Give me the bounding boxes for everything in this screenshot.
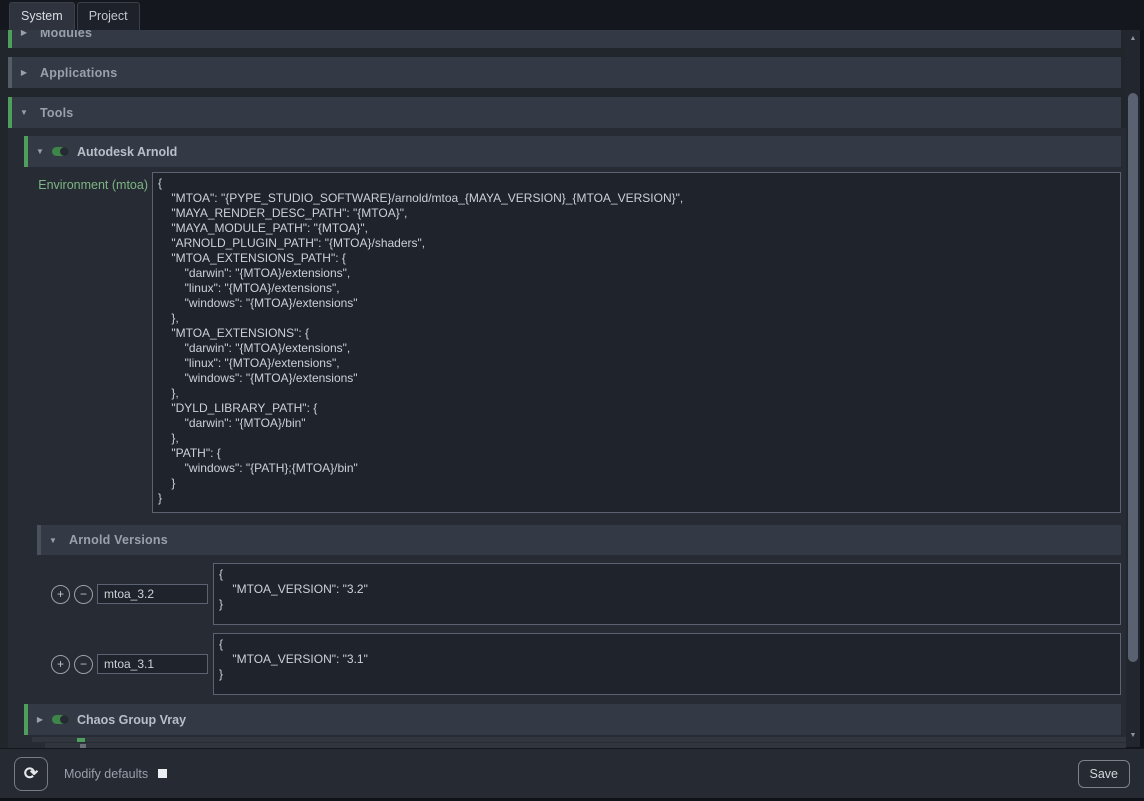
section-header-autodesk-arnold[interactable]: ▼ Autodesk Arnold xyxy=(24,136,1121,167)
chevron-right-icon: ▶ xyxy=(34,715,46,724)
version-row: + − { "MTOA_VERSION": "3.2" } xyxy=(51,563,1121,625)
section-modules: ▶ Modules xyxy=(8,30,1121,48)
toggle-top-edge xyxy=(77,738,85,742)
vray-enabled-toggle[interactable] xyxy=(52,715,69,724)
tools-section-body: ▼ Autodesk Arnold Environment (mtoa) { "… xyxy=(8,128,1126,748)
chevron-down-icon: ▼ xyxy=(34,147,46,156)
tab-system[interactable]: System xyxy=(9,2,75,30)
next-section-clipped xyxy=(32,737,1126,742)
add-version-button[interactable]: + xyxy=(51,585,70,604)
version-row: + − { "MTOA_VERSION": "3.1" } xyxy=(51,633,1121,695)
chevron-down-icon: ▼ xyxy=(47,536,59,545)
version-json-editor[interactable]: { "MTOA_VERSION": "3.1" } xyxy=(213,633,1121,695)
section-applications: ▶ Applications xyxy=(8,57,1121,88)
section-header-tools[interactable]: ▼ Tools xyxy=(8,97,1121,128)
section-title-applications: Applications xyxy=(40,66,117,80)
remove-version-button[interactable]: − xyxy=(74,655,93,674)
environment-row: Environment (mtoa) { "MTOA": "{PYPE_STUD… xyxy=(24,172,1121,513)
toggle-knob xyxy=(60,147,69,156)
scroll-down-arrow-icon[interactable]: ▼ xyxy=(1126,729,1140,743)
scroll-content: ▶ Modules ▶ Applications ▼ Tools ▼ xyxy=(0,30,1126,748)
environment-label: Environment (mtoa) xyxy=(24,172,148,192)
tab-bar: System Project xyxy=(0,0,1144,30)
section-chaos-group-vray: ▶ Chaos Group Vray xyxy=(24,704,1121,735)
remove-version-button[interactable]: − xyxy=(74,585,93,604)
version-name-input[interactable] xyxy=(97,654,208,674)
section-header-arnold-versions[interactable]: ▼ Arnold Versions xyxy=(37,525,1121,555)
scroll-up-arrow-icon[interactable]: ▲ xyxy=(1126,32,1140,46)
environment-json-editor[interactable]: { "MTOA": "{PYPE_STUDIO_SOFTWARE}/arnold… xyxy=(152,172,1121,513)
footer-bar: ⟳ Modify defaults Save xyxy=(0,748,1144,798)
section-title-autodesk-arnold: Autodesk Arnold xyxy=(77,145,177,159)
chevron-right-icon: ▶ xyxy=(18,68,30,77)
section-header-applications[interactable]: ▶ Applications xyxy=(8,57,1121,88)
vertical-scrollbar[interactable]: ▲ ▼ xyxy=(1126,30,1140,747)
tab-project[interactable]: Project xyxy=(77,2,140,30)
refresh-button[interactable]: ⟳ xyxy=(14,757,48,791)
version-name-input[interactable] xyxy=(97,584,208,604)
version-json-editor[interactable]: { "MTOA_VERSION": "3.2" } xyxy=(213,563,1121,625)
refresh-icon: ⟳ xyxy=(24,764,38,784)
section-autodesk-arnold: ▼ Autodesk Arnold Environment (mtoa) { "… xyxy=(24,136,1121,695)
save-button[interactable]: Save xyxy=(1078,760,1131,788)
section-title-arnold-versions: Arnold Versions xyxy=(69,533,168,547)
chevron-right-icon: ▶ xyxy=(18,30,30,37)
add-version-button[interactable]: + xyxy=(51,655,70,674)
scrollbar-thumb[interactable] xyxy=(1128,93,1138,662)
chevron-down-icon: ▼ xyxy=(18,108,30,117)
settings-scroll-area: ▶ Modules ▶ Applications ▼ Tools ▼ xyxy=(0,30,1126,748)
toggle-knob xyxy=(60,715,69,724)
modify-defaults-label: Modify defaults xyxy=(64,767,148,781)
modify-defaults-checkbox[interactable] xyxy=(158,769,167,778)
section-header-chaos-group-vray[interactable]: ▶ Chaos Group Vray xyxy=(24,704,1121,735)
section-title-tools: Tools xyxy=(40,106,73,120)
section-title-chaos-group-vray: Chaos Group Vray xyxy=(77,713,186,727)
section-title-modules: Modules xyxy=(40,30,92,40)
section-tools: ▼ Tools xyxy=(8,97,1121,128)
arnold-enabled-toggle[interactable] xyxy=(52,147,69,156)
section-header-modules[interactable]: ▶ Modules xyxy=(8,30,1121,48)
